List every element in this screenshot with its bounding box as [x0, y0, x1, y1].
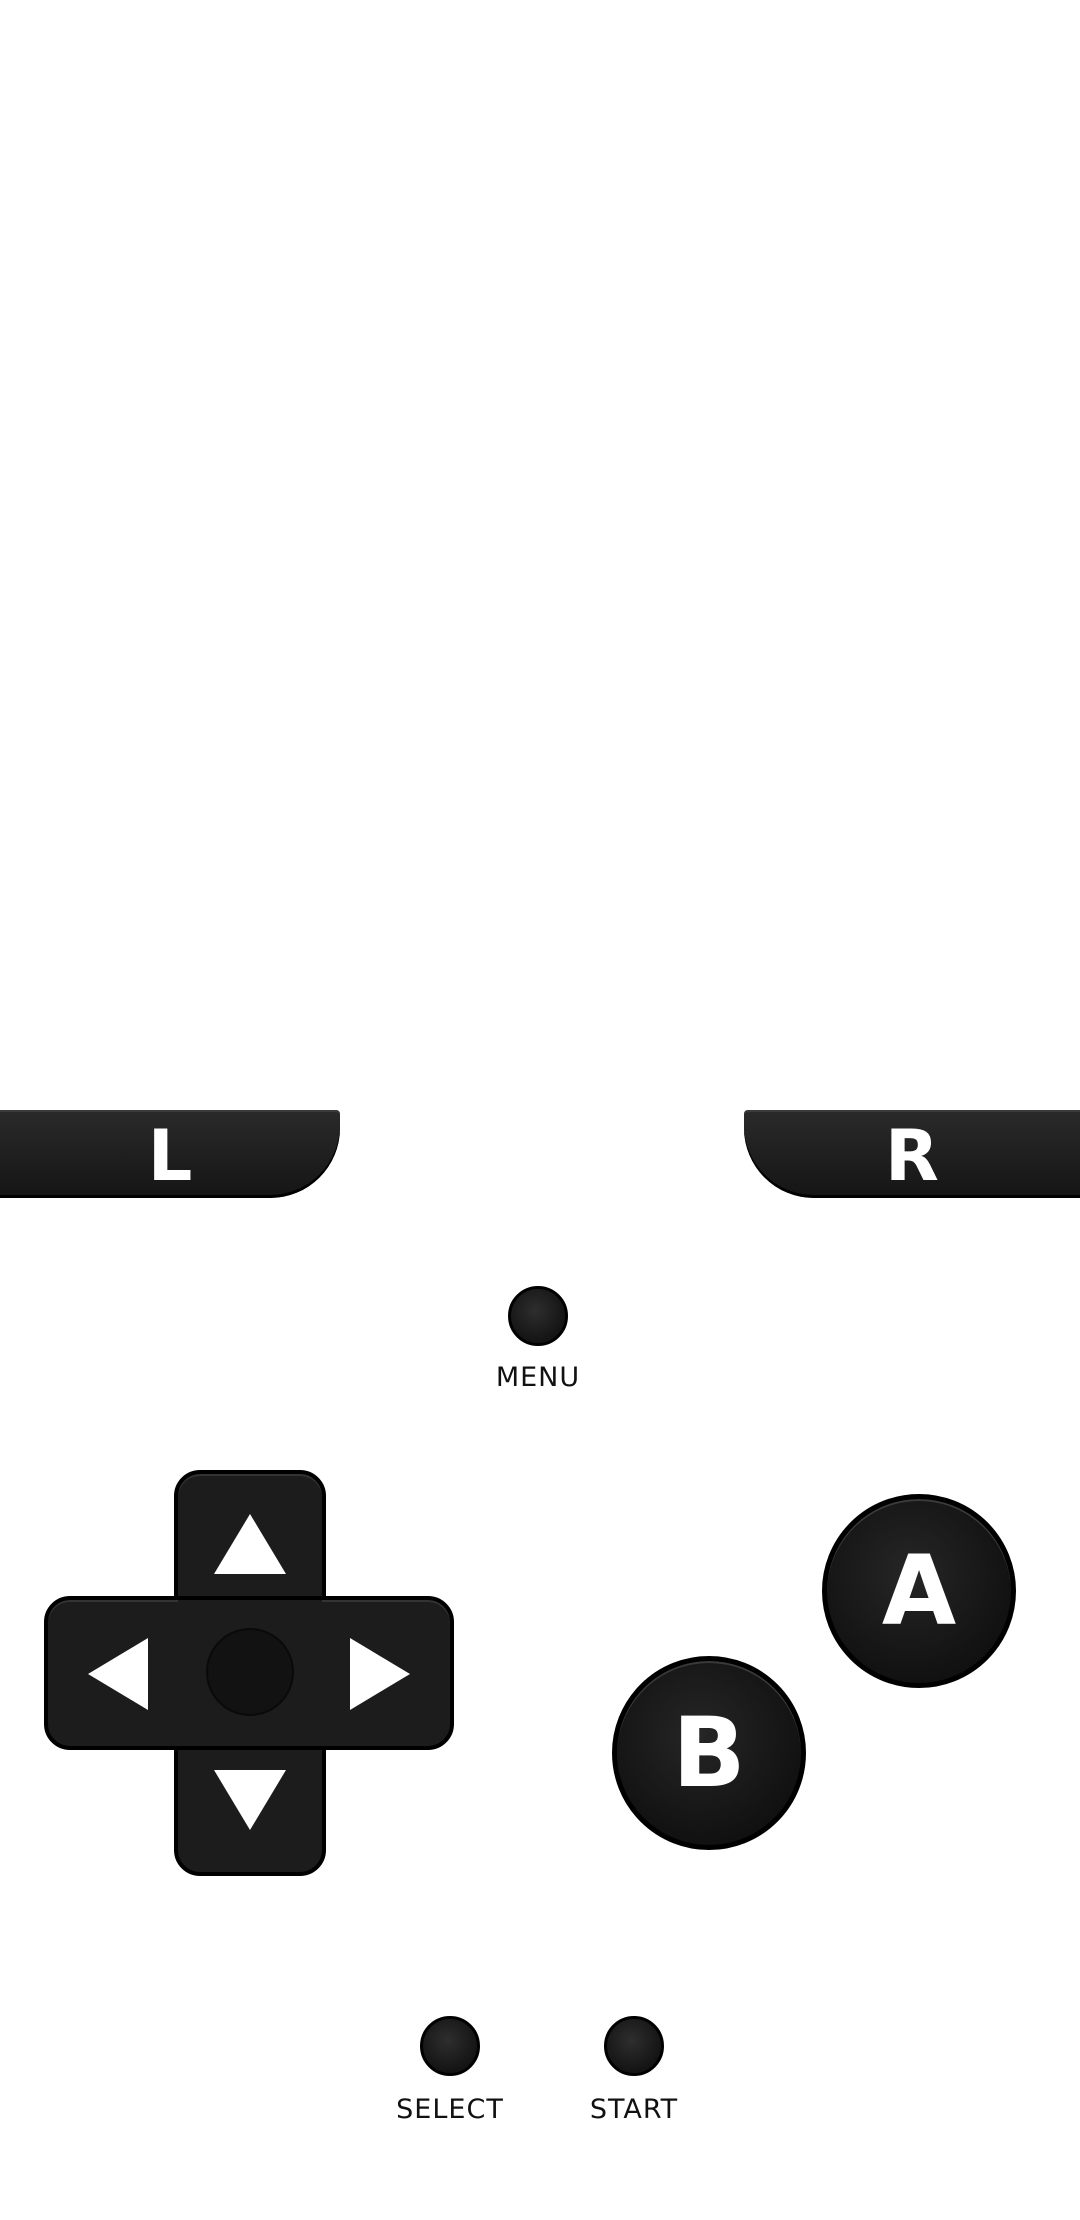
- l-shoulder-label: L: [147, 1115, 193, 1197]
- select-button[interactable]: [420, 2016, 480, 2076]
- r-shoulder-label: R: [885, 1115, 939, 1197]
- l-shoulder-button[interactable]: L: [0, 1110, 340, 1198]
- a-button-label: A: [881, 1535, 957, 1647]
- select-label: SELECT: [396, 2094, 504, 2125]
- b-button-label: B: [672, 1697, 746, 1809]
- start-label: START: [589, 2094, 679, 2125]
- dpad-right-icon[interactable]: [350, 1638, 410, 1710]
- menu-button[interactable]: [508, 1286, 568, 1346]
- game-screen: [0, 0, 1080, 1100]
- r-shoulder-button[interactable]: R: [744, 1110, 1080, 1198]
- dpad-up-icon[interactable]: [214, 1514, 286, 1574]
- b-button[interactable]: B: [612, 1656, 806, 1850]
- dpad-down-icon[interactable]: [214, 1770, 286, 1830]
- start-button[interactable]: [604, 2016, 664, 2076]
- a-button[interactable]: A: [822, 1494, 1016, 1688]
- dpad-center: [206, 1628, 294, 1716]
- dpad-left-icon[interactable]: [88, 1638, 148, 1710]
- menu-label: MENU: [495, 1362, 581, 1393]
- dpad[interactable]: [44, 1470, 454, 1876]
